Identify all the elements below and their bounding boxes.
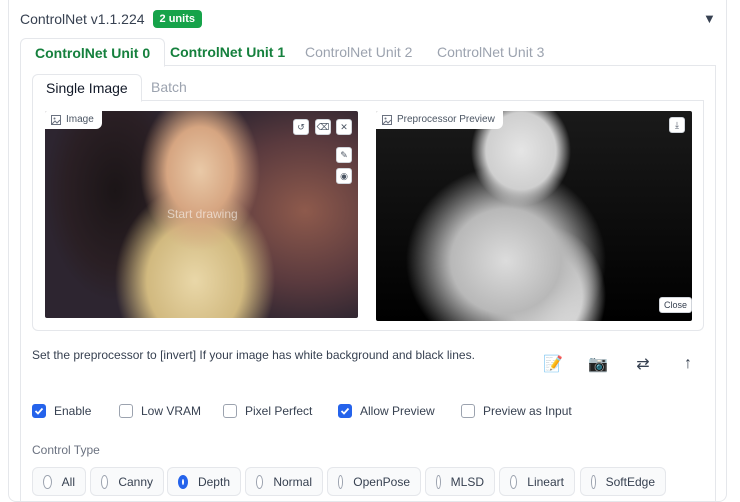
control-type-softedge[interactable]: SoftEdge (580, 467, 666, 496)
control-type-normal[interactable]: Normal (245, 467, 323, 496)
control-type-canny[interactable]: Canny (90, 467, 164, 496)
control-type-lineart[interactable]: Lineart (499, 467, 575, 496)
radio-empty-icon (436, 474, 441, 489)
image-tabs: Single Image Batch (32, 74, 704, 102)
controlnet-title: ControlNet v1.1.224 (20, 11, 145, 27)
unit-tabs: ControlNet Unit 0 ControlNet Unit 1 Cont… (20, 38, 716, 67)
preview-label: Preprocessor Preview (376, 111, 503, 129)
control-type-mlsd[interactable]: MLSD (425, 467, 495, 496)
image-icon (51, 114, 61, 125)
enable-label: Enable (54, 404, 92, 418)
tab-controlnet-unit-0[interactable]: ControlNet Unit 0 (20, 38, 166, 67)
pixel-perfect-checkbox[interactable]: Pixel Perfect (223, 404, 312, 418)
checkbox-empty-icon (461, 404, 475, 418)
radio-empty-icon (591, 474, 596, 489)
triangle-down-icon[interactable]: ▼ (703, 11, 716, 26)
low-vram-checkbox[interactable]: Low VRAM (119, 404, 201, 418)
radio-empty-icon (510, 474, 518, 489)
radio-empty-icon (101, 474, 109, 489)
control-type-openpose[interactable]: OpenPose (327, 467, 421, 496)
brush-icon[interactable]: ✎ (336, 147, 352, 163)
preview-as-input-label: Preview as Input (483, 404, 572, 418)
option-label: Lineart (527, 474, 564, 489)
swap-icon[interactable]: ⇄ (631, 352, 655, 376)
preview-label-text: Preprocessor Preview (397, 114, 495, 125)
memo-icon[interactable]: 📝 (541, 352, 565, 376)
close-icon[interactable]: ✕ (336, 119, 352, 135)
clear-icon[interactable]: ⌫ (315, 119, 331, 135)
input-image-canvas[interactable]: Image Start drawing ↺ ⌫ ✕ ✎ ◉ (45, 111, 358, 318)
low-vram-label: Low VRAM (141, 404, 202, 418)
image-label: Image (45, 111, 102, 129)
option-label: OpenPose (353, 474, 410, 489)
tab-batch[interactable]: Batch (138, 74, 200, 102)
preview-close-button[interactable]: Close (659, 297, 692, 313)
start-drawing-hint: Start drawing (167, 207, 238, 221)
checkbox-empty-icon (223, 404, 237, 418)
checkbox-checked-icon (338, 404, 352, 418)
radio-selected-icon (178, 474, 188, 489)
radio-empty-icon (43, 474, 52, 489)
image-label-text: Image (66, 114, 94, 125)
image-icon (382, 114, 392, 125)
control-type-label: Control Type (32, 443, 100, 457)
pixel-perfect-label: Pixel Perfect (245, 404, 313, 418)
allow-preview-checkbox[interactable]: Allow Preview (338, 404, 435, 418)
preprocessor-hint: Set the preprocessor to [invert] If your… (32, 348, 475, 362)
control-type-all[interactable]: All (32, 467, 86, 496)
tab-controlnet-unit-1[interactable]: ControlNet Unit 1 (156, 38, 299, 67)
allow-preview-label: Allow Preview (360, 404, 435, 418)
option-label: MLSD (450, 474, 484, 489)
option-label: Normal (273, 474, 312, 489)
units-badge: 2 units (152, 10, 202, 28)
radio-empty-icon (338, 474, 344, 489)
option-label: SoftEdge (605, 474, 655, 489)
preprocessor-preview-canvas: Preprocessor Preview ⤓ Close (376, 111, 692, 321)
arrow-up-icon[interactable]: ↑ (676, 352, 700, 376)
enable-checkbox[interactable]: Enable (32, 404, 91, 418)
tab-controlnet-unit-2[interactable]: ControlNet Unit 2 (291, 38, 426, 67)
checkbox-empty-icon (119, 404, 133, 418)
download-icon[interactable]: ⤓ (669, 117, 685, 133)
tab-single-image[interactable]: Single Image (32, 74, 142, 102)
controlnet-header[interactable]: ControlNet v1.1.224 2 units (20, 10, 202, 28)
preview-as-input-checkbox[interactable]: Preview as Input (461, 404, 572, 418)
tab-controlnet-unit-3[interactable]: ControlNet Unit 3 (423, 38, 558, 67)
camera-icon[interactable]: 📷 (586, 352, 610, 376)
palette-icon[interactable]: ◉ (336, 168, 352, 184)
checkbox-checked-icon (32, 404, 46, 418)
option-label: All (61, 474, 75, 489)
option-label: Canny (118, 474, 153, 489)
control-type-depth[interactable]: Depth (167, 467, 241, 496)
radio-empty-icon (256, 474, 264, 489)
option-label: Depth (197, 474, 230, 489)
undo-icon[interactable]: ↺ (293, 119, 309, 135)
